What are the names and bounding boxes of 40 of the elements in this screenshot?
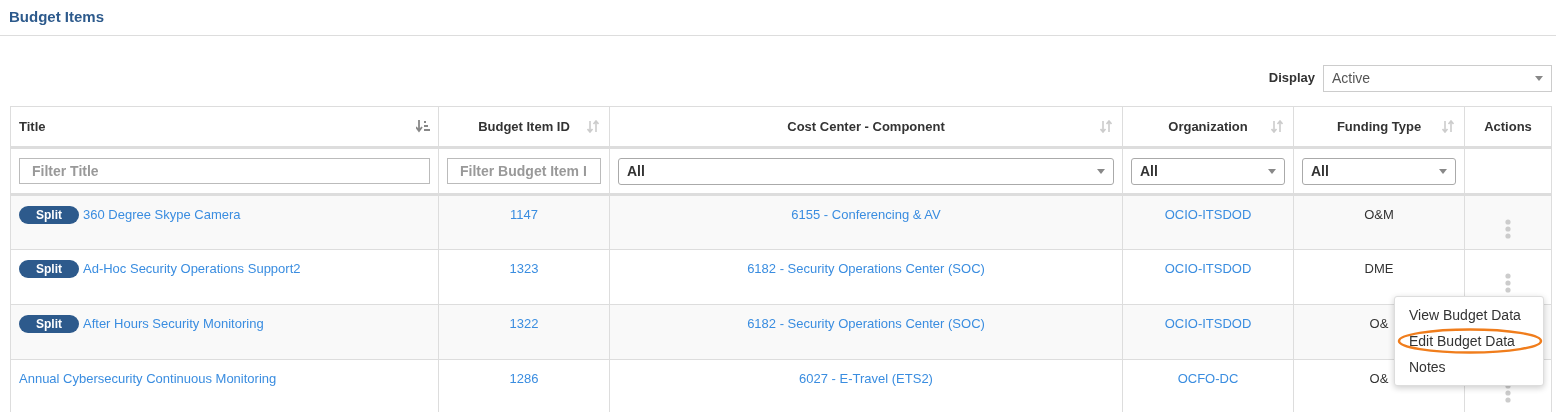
filter-select[interactable]: All — [1302, 157, 1456, 185]
page-title: Budget Items — [9, 8, 105, 26]
funding-type-text: O&M — [1364, 207, 1394, 222]
split-badge: Split — [19, 315, 79, 333]
cost-center-link[interactable]: 6182 - Security Operations Center (SOC) — [747, 316, 985, 331]
funding-type-text: O& — [1369, 371, 1389, 386]
title-link[interactable]: 360 Degree Skype Camera — [83, 207, 241, 222]
kebab-menu-icon[interactable] — [1505, 273, 1511, 293]
organization-link[interactable]: OCIO-ITSDOD — [1164, 316, 1252, 331]
organization-link[interactable]: OCFO-DC — [1177, 371, 1239, 386]
menu-item[interactable]: Edit Budget Data — [1395, 328, 1543, 354]
id-link[interactable]: 1322 — [509, 316, 539, 331]
filter-select[interactable]: All — [1131, 157, 1285, 185]
title-link[interactable]: Ad-Hoc Security Operations Support2 — [83, 261, 301, 276]
column-header: Actions — [1484, 117, 1532, 136]
title-link[interactable]: After Hours Security Monitoring — [83, 316, 264, 331]
menu-item[interactable]: View Budget Data — [1395, 302, 1543, 328]
organization-link[interactable]: OCIO-ITSDOD — [1164, 207, 1252, 222]
funding-type-text: O& — [1369, 316, 1389, 331]
filter-select[interactable]: All — [618, 157, 1114, 185]
kebab-menu-icon[interactable] — [1505, 383, 1511, 403]
filter-field[interactable]: Filter Budget Item I — [447, 158, 601, 184]
column-header[interactable]: Title — [19, 116, 46, 137]
id-link[interactable]: 1147 — [510, 207, 538, 222]
column-header[interactable]: Cost Center - Component — [787, 116, 945, 137]
title-link[interactable]: Annual Cybersecurity Continuous Monitoring — [19, 371, 277, 386]
cost-center-link[interactable]: 6027 - E-Travel (ETS2) — [799, 371, 933, 386]
id-link[interactable]: 1323 — [509, 261, 539, 276]
filter-field[interactable]: Filter Title — [19, 158, 430, 184]
split-badge: Split — [19, 206, 79, 224]
display-label: Display — [1268, 69, 1315, 88]
display-select[interactable]: Active — [1323, 64, 1552, 92]
split-badge: Split — [19, 260, 79, 278]
kebab-menu-icon[interactable] — [1505, 218, 1511, 239]
cost-center-link[interactable]: 6155 - Conferencing & AV — [791, 207, 941, 222]
id-link[interactable]: 1286 — [509, 371, 539, 386]
organization-link[interactable]: OCIO-ITSDOD — [1164, 261, 1252, 276]
menu-item[interactable]: Notes — [1395, 354, 1543, 380]
funding-type-text: DME — [1364, 261, 1394, 276]
cost-center-link[interactable]: 6182 - Security Operations Center (SOC) — [747, 261, 985, 276]
